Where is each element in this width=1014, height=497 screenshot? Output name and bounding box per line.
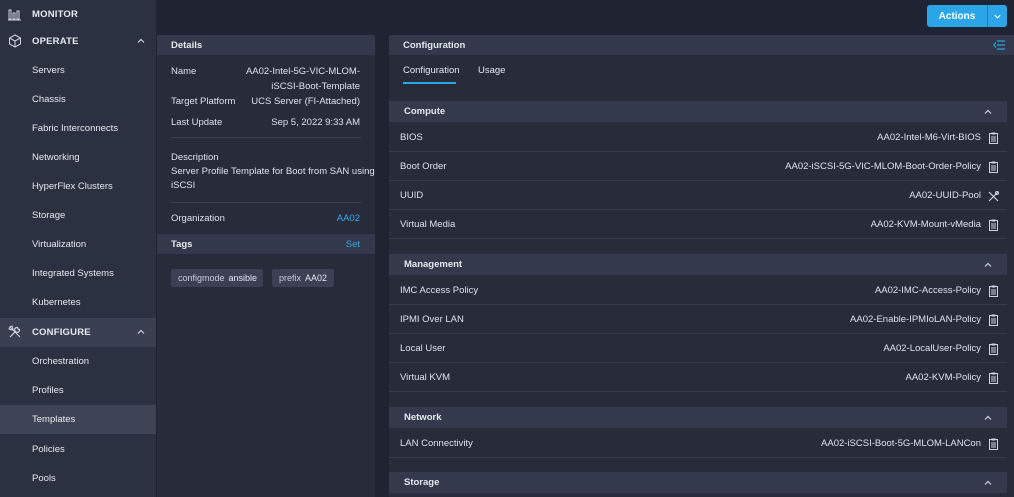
- update-label: Last Update: [171, 117, 223, 128]
- top-bar: [156, 0, 1014, 35]
- nav-operate-label: OPERATE: [32, 36, 79, 47]
- name-label: Name: [171, 66, 197, 77]
- details-panel: Details Name AA02-Intel-5G-VIC-MLOM- iSC…: [157, 35, 375, 497]
- config-row-uuid: UUID AA02-UUID-Pool: [389, 181, 1007, 210]
- sidebar-item-fabric-interconnects[interactable]: Fabric Interconnects: [0, 114, 156, 143]
- sidebar-item-policies[interactable]: Policies: [0, 435, 156, 464]
- config-row-bios: BIOS AA02-Intel-M6-Virt-BIOS: [389, 123, 1007, 152]
- update-value: Sep 5, 2022 9:33 AM: [271, 117, 360, 128]
- config-row-imc-access: IMC Access Policy AA02-IMC-Access-Policy: [389, 276, 1007, 305]
- nav-configure[interactable]: CONFIGURE: [0, 318, 156, 347]
- sidebar-item-virtualization[interactable]: Virtualization: [0, 230, 156, 259]
- actions-dropdown-button[interactable]: [987, 5, 1007, 27]
- config-row-local-user: Local User AA02-LocalUser-Policy: [389, 334, 1007, 363]
- cube-icon: [9, 34, 21, 48]
- chevron-up-icon[interactable]: [136, 327, 146, 337]
- monitor-icon: [8, 9, 21, 21]
- description-label: Description: [171, 152, 219, 163]
- section-compute-header[interactable]: Compute: [389, 101, 1007, 122]
- clipboard-icon[interactable]: [988, 161, 999, 173]
- config-row-boot-order: Boot Order AA02-iSCSI-5G-VIC-MLOM-Boot-O…: [389, 152, 1007, 181]
- clipboard-icon[interactable]: [988, 132, 999, 144]
- clipboard-icon[interactable]: [988, 372, 999, 384]
- name-value: AA02-Intel-5G-VIC-MLOM- iSCSI-Boot-Templ…: [245, 66, 360, 92]
- sidebar: MONITOR OPERATE Servers Chassis Fabric I…: [0, 0, 156, 497]
- config-row-lan-connectivity: LAN Connectivity AA02-iSCSI-Boot-5G-MLOM…: [389, 429, 1007, 458]
- description-value: Server Profile Template for Boot from SA…: [171, 166, 375, 191]
- chevron-up-icon[interactable]: [983, 107, 993, 117]
- active-tab-indicator: [403, 82, 456, 84]
- tab-usage[interactable]: Usage: [478, 65, 505, 76]
- sidebar-item-pools[interactable]: Pools: [0, 464, 156, 493]
- divider: [171, 137, 361, 138]
- configuration-header: Configuration: [389, 35, 1014, 55]
- config-row-virtual-kvm: Virtual KVM AA02-KVM-Policy: [389, 363, 1007, 392]
- actions-button[interactable]: Actions: [927, 5, 987, 27]
- sidebar-item-profiles[interactable]: Profiles: [0, 376, 156, 405]
- divider: [171, 202, 361, 203]
- tag-chip-prefix[interactable]: prefix AA02: [272, 269, 334, 287]
- sidebar-item-hyperflex-clusters[interactable]: HyperFlex Clusters: [0, 172, 156, 201]
- tags-title: Tags: [171, 238, 193, 250]
- chevron-up-icon[interactable]: [983, 413, 993, 423]
- section-network-header[interactable]: Network: [389, 407, 1007, 428]
- nav-configure-label: CONFIGURE: [32, 327, 91, 338]
- clipboard-icon[interactable]: [988, 343, 999, 355]
- clipboard-icon[interactable]: [988, 285, 999, 297]
- section-storage-header[interactable]: Storage: [389, 472, 1007, 493]
- sidebar-item-networking[interactable]: Networking: [0, 143, 156, 172]
- chevron-up-icon[interactable]: [983, 478, 993, 488]
- sidebar-item-orchestration[interactable]: Orchestration: [0, 347, 156, 376]
- nav-monitor[interactable]: MONITOR: [0, 0, 156, 29]
- tools-icon[interactable]: [988, 190, 999, 202]
- platform-label: Target Platform: [171, 96, 236, 107]
- organization-link[interactable]: AA02: [337, 211, 360, 226]
- sidebar-item-servers[interactable]: Servers: [0, 56, 156, 85]
- chevron-up-icon[interactable]: [136, 36, 146, 46]
- nav-monitor-label: MONITOR: [32, 9, 79, 20]
- collapse-panel-icon[interactable]: [993, 40, 1005, 50]
- config-row-virtual-media: Virtual Media AA02-KVM-Mount-vMedia: [389, 210, 1007, 239]
- chevron-down-icon: [994, 14, 1001, 19]
- sidebar-item-kubernetes[interactable]: Kubernetes: [0, 288, 156, 317]
- section-management-header[interactable]: Management: [389, 254, 1007, 275]
- config-row-ipmi-over-lan: IPMI Over LAN AA02-Enable-IPMIoLAN-Polic…: [389, 305, 1007, 334]
- sidebar-item-chassis[interactable]: Chassis: [0, 85, 156, 114]
- platform-value: UCS Server (FI-Attached): [251, 96, 360, 107]
- nav-operate[interactable]: OPERATE: [0, 27, 156, 56]
- organization-label: Organization: [171, 213, 225, 224]
- config-tabs: Configuration Usage: [389, 55, 1014, 85]
- tag-chip-configmode[interactable]: configmode ansible: [171, 269, 263, 287]
- clipboard-icon[interactable]: [988, 219, 999, 231]
- chevron-up-icon[interactable]: [983, 260, 993, 270]
- sidebar-item-storage[interactable]: Storage: [0, 201, 156, 230]
- tags-header: Tags: [157, 234, 375, 254]
- sidebar-item-integrated-systems[interactable]: Integrated Systems: [0, 259, 156, 288]
- tab-configuration[interactable]: Configuration: [403, 65, 460, 76]
- tools-icon: [8, 325, 21, 338]
- clipboard-icon[interactable]: [988, 438, 999, 450]
- clipboard-icon[interactable]: [988, 314, 999, 326]
- sidebar-item-templates[interactable]: Templates: [0, 405, 156, 434]
- tags-set-link[interactable]: Set: [346, 239, 360, 250]
- details-header: Details: [157, 35, 375, 55]
- configuration-panel: Configuration Configuration Usage Comput…: [389, 35, 1014, 497]
